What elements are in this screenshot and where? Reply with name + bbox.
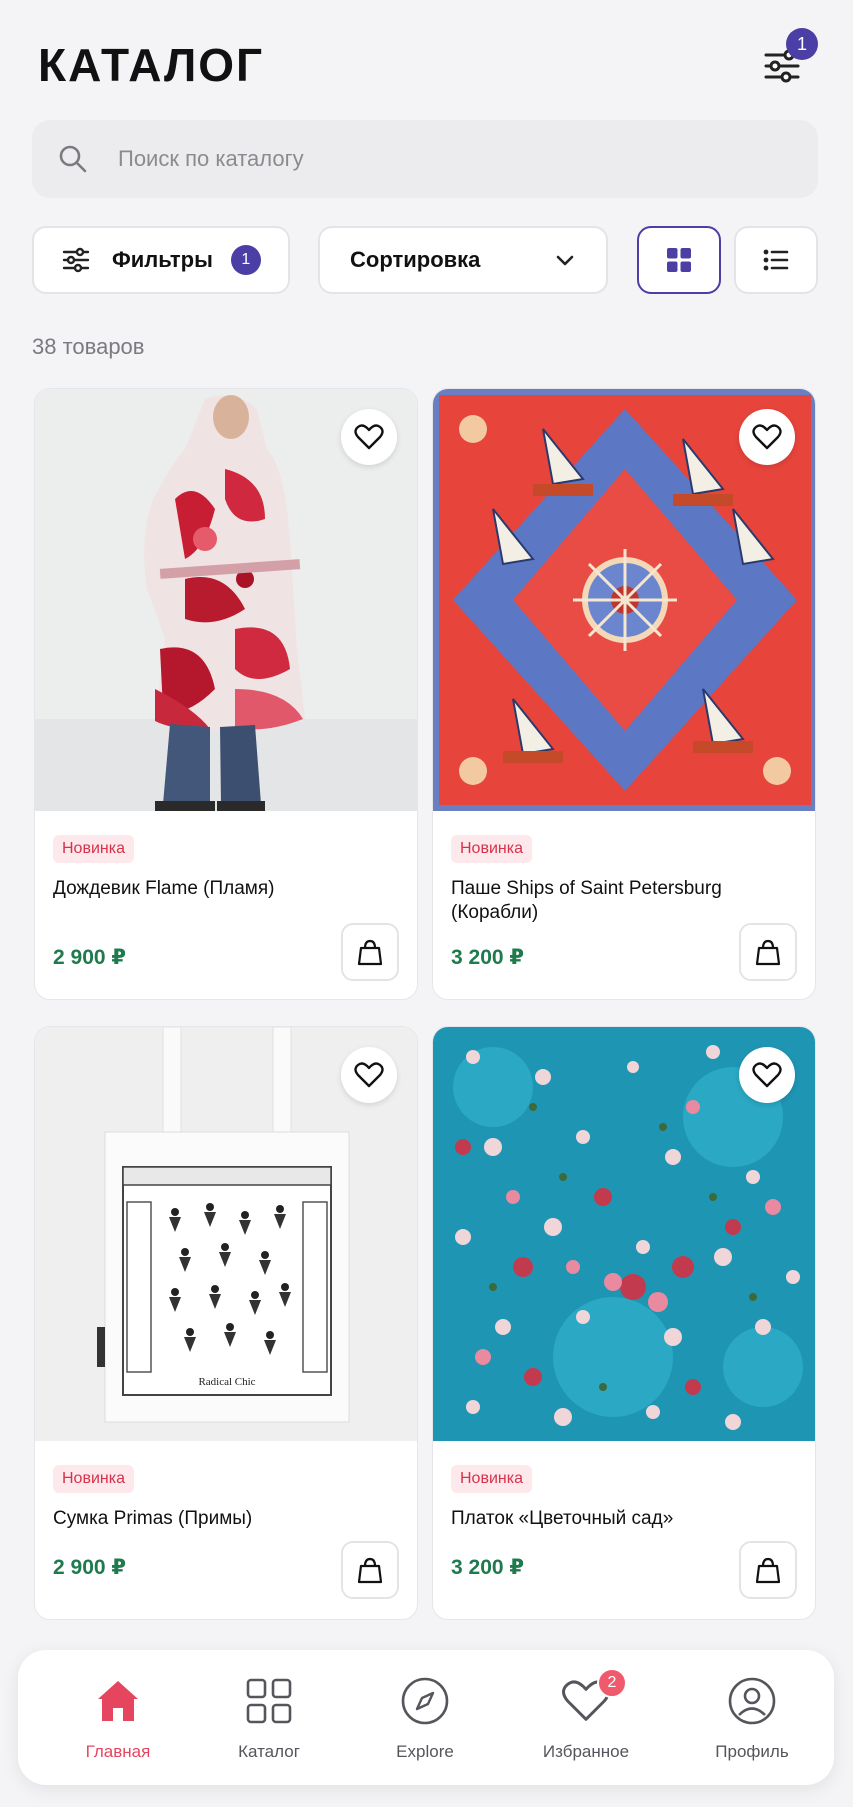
add-to-cart-button[interactable] bbox=[341, 1541, 399, 1599]
filter-count-badge: 1 bbox=[786, 28, 818, 60]
shopping-bag-icon bbox=[357, 1557, 383, 1584]
product-name[interactable]: Сумка Primas (Примы) bbox=[53, 1507, 327, 1531]
product-name[interactable]: Платок «Цветочный сад» bbox=[451, 1507, 725, 1531]
favorite-button[interactable] bbox=[341, 1047, 397, 1103]
new-badge: Новинка bbox=[53, 1465, 134, 1493]
nav-item-explore[interactable]: Explore bbox=[355, 1674, 495, 1762]
product-name[interactable]: Паше Ships of Saint Petersburg (Корабли) bbox=[451, 877, 725, 925]
product-name[interactable]: Дождевик Flame (Пламя) bbox=[53, 877, 327, 901]
nav-item-home[interactable]: Главная bbox=[48, 1674, 188, 1762]
product-card[interactable]: Новинка Платок «Цветочный сад» 3 200 ₽ bbox=[432, 1026, 816, 1620]
grid-icon bbox=[242, 1674, 296, 1728]
nav-label: Главная bbox=[85, 1742, 151, 1761]
favorite-button[interactable] bbox=[739, 409, 795, 465]
product-price: 3 200 ₽ bbox=[451, 1556, 524, 1579]
bottom-navigation: Главная Каталог Explore 2 Избранное Проф… bbox=[18, 1650, 834, 1785]
shopping-bag-icon bbox=[357, 939, 383, 966]
add-to-cart-button[interactable] bbox=[341, 923, 399, 981]
list-view-icon bbox=[763, 249, 789, 271]
page-title: КАТАЛОГ bbox=[38, 39, 265, 91]
product-price: 2 900 ₽ bbox=[53, 1556, 126, 1579]
shopping-bag-icon bbox=[755, 1557, 781, 1584]
nav-label: Избранное bbox=[542, 1742, 630, 1761]
nav-item-profile[interactable]: Профиль bbox=[682, 1674, 822, 1762]
heart-icon bbox=[752, 1062, 782, 1088]
nav-label: Explore bbox=[396, 1742, 454, 1761]
sort-label: Сортировка bbox=[350, 247, 481, 272]
filters-button[interactable]: Фильтры 1 bbox=[32, 226, 290, 294]
search-bar[interactable] bbox=[32, 120, 818, 198]
new-badge: Новинка bbox=[451, 835, 532, 863]
nav-item-catalog[interactable]: Каталог bbox=[199, 1674, 339, 1762]
product-price: 2 900 ₽ bbox=[53, 946, 126, 969]
search-icon bbox=[56, 142, 90, 176]
new-badge: Новинка bbox=[53, 835, 134, 863]
product-price: 3 200 ₽ bbox=[451, 946, 524, 969]
product-count: 38 товаров bbox=[32, 334, 145, 359]
add-to-cart-button[interactable] bbox=[739, 1541, 797, 1599]
favorite-button[interactable] bbox=[341, 409, 397, 465]
sort-dropdown[interactable]: Сортировка bbox=[318, 226, 608, 294]
bag-print-text: Radical Chic bbox=[198, 1376, 255, 1388]
heart-icon bbox=[752, 424, 782, 450]
new-badge: Новинка bbox=[451, 1465, 532, 1493]
shopping-bag-icon bbox=[755, 939, 781, 966]
nav-item-favorites[interactable]: 2 Избранное bbox=[516, 1668, 656, 1762]
product-card[interactable]: Новинка Паше Ships of Saint Petersburg (… bbox=[432, 388, 816, 1000]
chevron-down-icon bbox=[556, 255, 574, 266]
product-card[interactable]: Новинка Дождевик Flame (Пламя) 2 900 ₽ bbox=[34, 388, 418, 1000]
product-card[interactable]: Radical Chic Новинка Сумка Primas (Примы… bbox=[34, 1026, 418, 1620]
heart-icon: 2 bbox=[559, 1668, 627, 1728]
list-view-button[interactable] bbox=[734, 226, 818, 294]
nav-label: Каталог bbox=[238, 1742, 300, 1761]
favorites-count-badge: 2 bbox=[597, 1668, 627, 1698]
filters-icon bbox=[62, 246, 90, 274]
compass-icon bbox=[398, 1674, 452, 1728]
add-to-cart-button[interactable] bbox=[739, 923, 797, 981]
home-icon bbox=[91, 1674, 145, 1728]
header: КАТАЛОГ 1 bbox=[0, 0, 853, 120]
user-icon bbox=[725, 1674, 779, 1728]
grid-view-button[interactable] bbox=[637, 226, 721, 294]
heart-icon bbox=[354, 424, 384, 450]
nav-label: Профиль bbox=[715, 1742, 789, 1761]
favorite-button[interactable] bbox=[739, 1047, 795, 1103]
heart-icon bbox=[354, 1062, 384, 1088]
grid-view-icon bbox=[667, 248, 691, 272]
filters-count-badge: 1 bbox=[230, 245, 261, 275]
filters-label: Фильтры bbox=[112, 247, 213, 272]
search-input[interactable] bbox=[118, 146, 718, 172]
